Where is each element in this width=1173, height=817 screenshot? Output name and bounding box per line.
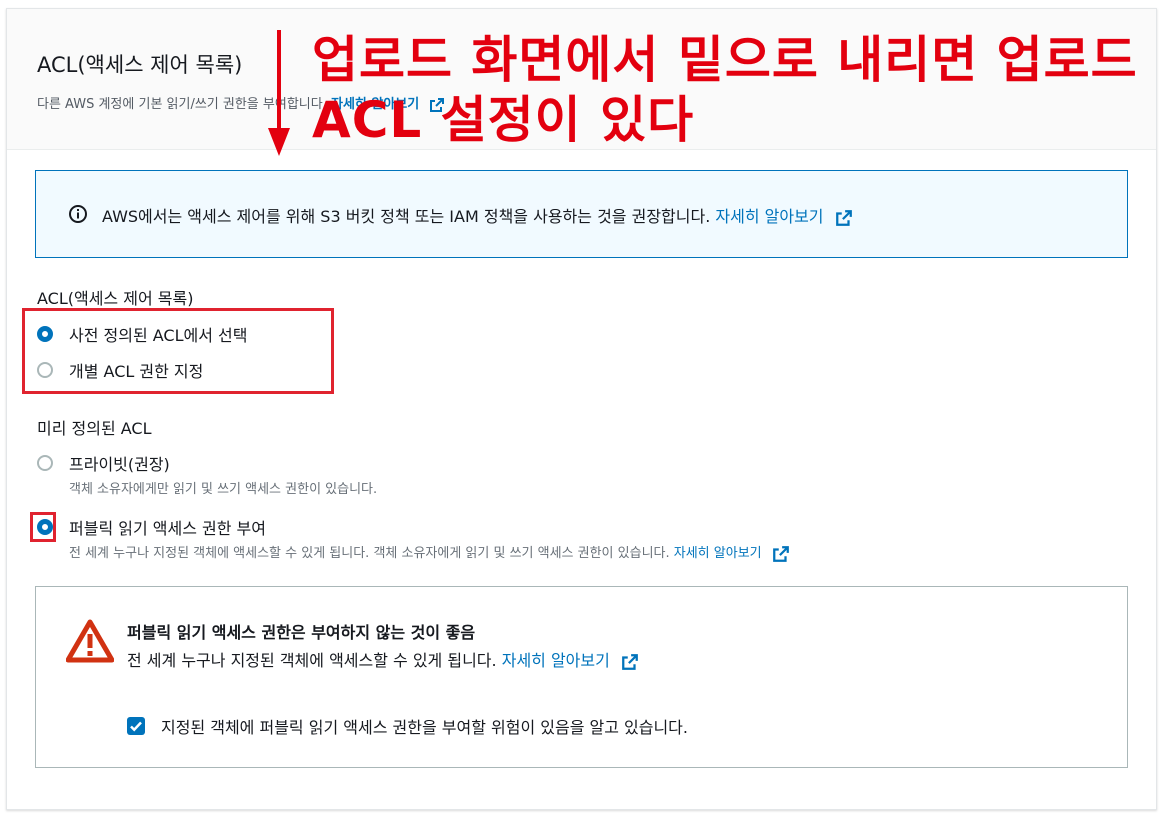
annotation-arrow-icon — [268, 30, 290, 156]
predefined-option-description-text: 전 세계 누구나 지정된 객체에 액세스할 수 있게 됩니다. 객체 소유자에게… — [69, 546, 670, 561]
panel-title: ACL(액세스 제어 목록) — [37, 53, 243, 77]
info-text: AWS에서는 액세스 제어를 위해 S3 버킷 정책 또는 IAM 정책을 사용… — [102, 203, 853, 227]
warning-description: 전 세계 누구나 지정된 객체에 액세스할 수 있게 됩니다. 자세히 알아보기 — [127, 647, 639, 671]
warning-alert: 퍼블릭 읽기 액세스 권한은 부여하지 않는 것이 좋음 전 세계 누구나 지정… — [35, 586, 1128, 768]
highlight-box — [30, 512, 56, 542]
predefined-option-description: 객체 소유자에게만 읽기 및 쓰기 액세스 권한이 있습니다. — [69, 482, 378, 497]
predefined-option-label: 퍼블릭 읽기 액세스 권한 부여 — [69, 519, 266, 538]
external-link-icon — [772, 545, 789, 562]
predefined-option-public-read[interactable]: 퍼블릭 읽기 액세스 권한 부여 — [37, 515, 266, 539]
info-learn-more-link[interactable]: 자세히 알아보기 — [715, 207, 823, 226]
info-icon — [69, 205, 87, 223]
checkmark-icon — [130, 721, 142, 732]
info-message: AWS에서는 액세스 제어를 위해 S3 버킷 정책 또는 IAM 정책을 사용… — [102, 207, 711, 226]
warning-title: 퍼블릭 읽기 액세스 권한은 부여하지 않는 것이 좋음 — [127, 623, 476, 642]
public-learn-more-link[interactable]: 자세히 알아보기 — [674, 546, 762, 561]
acknowledge-checkbox-row[interactable]: 지정된 객체에 퍼블릭 읽기 액세스 권한을 부여할 위험이 있음을 알고 있습… — [127, 714, 688, 738]
predefined-option-label: 프라이빗(권장) — [69, 455, 170, 474]
highlight-box — [22, 308, 334, 394]
predefined-option-description: 전 세계 누구나 지정된 객체에 액세스할 수 있게 됩니다. 객체 소유자에게… — [69, 542, 790, 563]
radio-button[interactable] — [37, 455, 53, 471]
acknowledge-label: 지정된 객체에 퍼블릭 읽기 액세스 권한을 부여할 위험이 있음을 알고 있습… — [161, 718, 688, 737]
acknowledge-checkbox[interactable] — [127, 717, 145, 735]
warning-description-text: 전 세계 누구나 지정된 객체에 액세스할 수 있게 됩니다. — [127, 651, 497, 670]
warning-learn-more-link[interactable]: 자세히 알아보기 — [502, 651, 610, 670]
acl-label: ACL(액세스 제어 목록) — [37, 289, 194, 308]
annotation-text: 업로드 화면에서 밑으로 내리면 업로드 ACL 설정이 있다 — [312, 31, 1138, 149]
predefined-acl-label: 미리 정의된 ACL — [37, 419, 152, 438]
warning-icon — [66, 619, 114, 663]
external-link-icon — [622, 653, 638, 670]
external-link-icon — [835, 209, 852, 226]
info-alert: AWS에서는 액세스 제어를 위해 S3 버킷 정책 또는 IAM 정책을 사용… — [35, 170, 1128, 258]
predefined-option-private[interactable]: 프라이빗(권장) — [37, 451, 170, 475]
